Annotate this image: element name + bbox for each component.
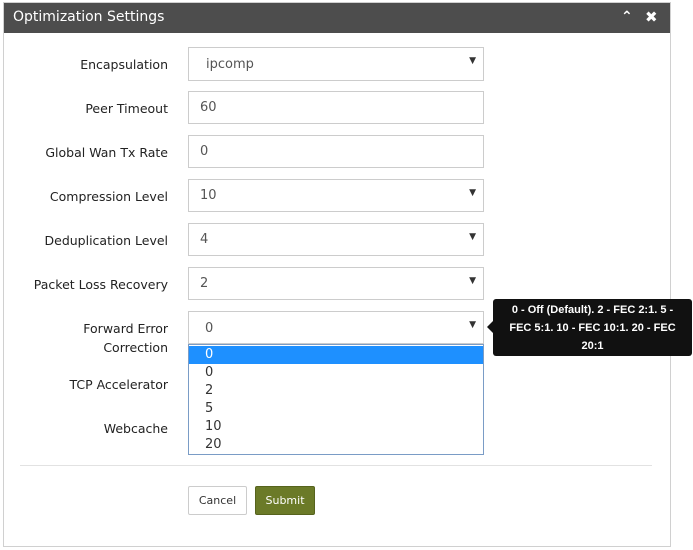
fec-label-line2: Correction <box>103 340 168 355</box>
packet-loss-recovery-select[interactable]: 2 ▼ <box>188 267 484 300</box>
global-wan-tx-rate-input[interactable]: 0 <box>188 135 484 168</box>
peer-timeout-label: Peer Timeout <box>85 101 168 116</box>
deduplication-level-select[interactable]: 4 ▼ <box>188 223 484 256</box>
fec-option[interactable]: 10 <box>189 418 483 436</box>
forward-error-correction-label-2: Correction <box>3 338 168 357</box>
fec-dropdown-list: 0 0 2 5 10 20 <box>188 344 484 455</box>
chevron-down-icon: ▼ <box>469 276 476 286</box>
fec-option[interactable]: 0 <box>189 364 483 382</box>
fec-option[interactable]: 20 <box>189 436 483 454</box>
chevron-up-icon[interactable]: ⌃ <box>621 8 633 26</box>
tooltip-line: 0 - Off (Default). 2 - FEC 2:1. 5 - <box>511 304 674 316</box>
deduplication-level-label: Deduplication Level <box>44 233 169 248</box>
encapsulation-label: Encapsulation <box>80 57 168 72</box>
packet-loss-recovery-value: 2 <box>200 276 209 291</box>
encapsulation-select[interactable]: ipcomp ▼ <box>188 47 484 81</box>
fec-value: 0 <box>205 321 214 336</box>
chevron-down-icon: ▼ <box>469 56 476 66</box>
compression-level-select[interactable]: 10 ▼ <box>188 179 484 212</box>
fec-label-line1: Forward Error <box>83 321 168 336</box>
compression-level-label: Compression Level <box>49 189 168 204</box>
fec-option[interactable]: 2 <box>189 382 483 400</box>
packet-loss-recovery-label: Packet Loss Recovery <box>33 277 168 292</box>
chevron-down-icon: ▼ <box>469 188 476 198</box>
close-icon[interactable]: ✖ <box>645 8 658 26</box>
fec-tooltip: 0 - Off (Default). 2 - FEC 2:1. 5 - FEC … <box>493 299 692 356</box>
cancel-button[interactable]: Cancel <box>188 486 247 515</box>
deduplication-level-value: 4 <box>200 232 209 247</box>
form-divider <box>20 465 652 466</box>
forward-error-correction-label: Forward Error <box>3 319 168 338</box>
global-wan-tx-rate-value: 0 <box>200 144 209 159</box>
submit-button[interactable]: Submit <box>255 486 315 515</box>
tcp-accelerator-label: TCP Accelerator <box>69 377 168 392</box>
tooltip-line: FEC 5:1. 10 - FEC 10:1. 20 - FEC <box>509 322 676 334</box>
encapsulation-value: ipcomp <box>206 57 254 72</box>
panel-title: Optimization Settings <box>13 9 165 25</box>
chevron-down-icon: ▼ <box>469 232 476 242</box>
tooltip-line: 20:1 <box>581 340 604 352</box>
webcache-label: Webcache <box>103 421 168 436</box>
panel-header: Optimization Settings ⌃ ✖ <box>4 3 670 33</box>
peer-timeout-input[interactable]: 60 <box>188 91 484 124</box>
fec-option[interactable]: 5 <box>189 400 483 418</box>
compression-level-value: 10 <box>200 188 217 203</box>
forward-error-correction-select[interactable]: 0 ▼ <box>188 311 484 344</box>
peer-timeout-value: 60 <box>200 100 217 115</box>
chevron-down-icon: ▼ <box>469 320 476 330</box>
global-wan-tx-rate-label: Global Wan Tx Rate <box>45 145 168 160</box>
fec-option[interactable]: 0 <box>189 346 483 364</box>
